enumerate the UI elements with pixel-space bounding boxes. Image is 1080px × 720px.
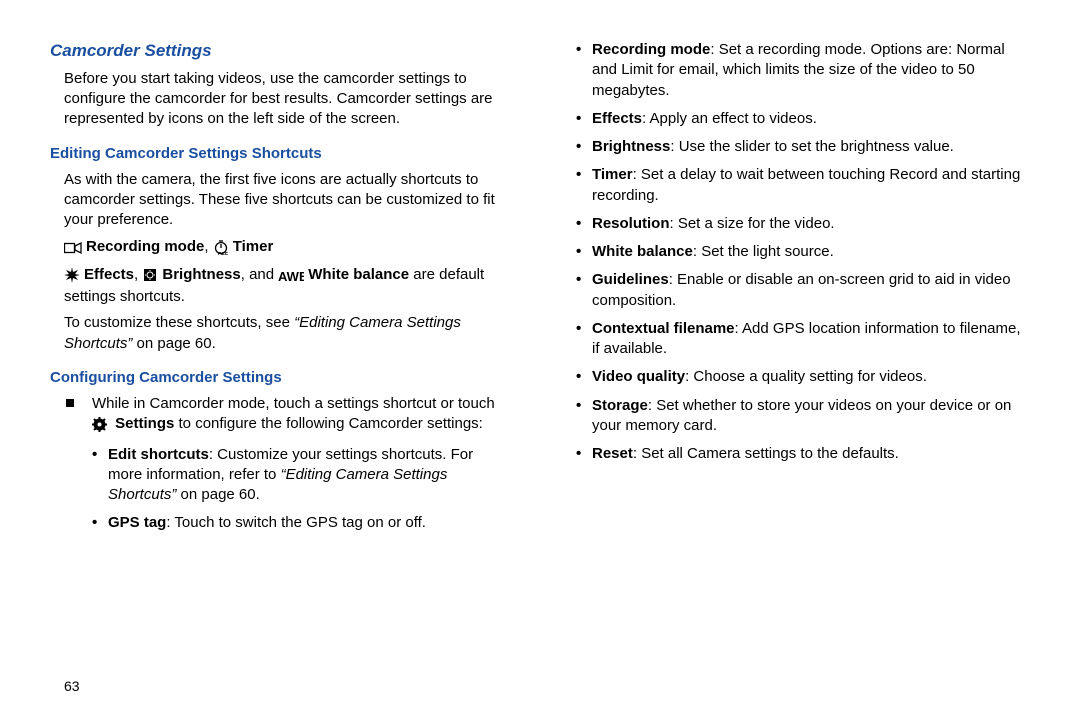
bullet-resolution: Resolution: Set a size for the video. xyxy=(576,214,1030,234)
right-bullet-list: Recording mode: Set a recording mode. Op… xyxy=(576,40,1030,464)
section-heading-camcorder-settings: Camcorder Settings xyxy=(50,40,510,63)
intro-paragraph: Before you start taking videos, use the … xyxy=(64,69,510,130)
bullet-timer: Timer: Set a delay to wait between touch… xyxy=(576,165,1030,206)
square-bullet-list: While in Camcorder mode, touch a setting… xyxy=(50,394,510,534)
nested-bullet-list: Edit shortcuts: Customize your settings … xyxy=(92,445,510,534)
bullet-brightness: Brightness: Use the slider to set the br… xyxy=(576,137,1030,157)
timer-label: Timer xyxy=(233,238,274,255)
bullet-guidelines: Guidelines: Enable or disable an on-scre… xyxy=(576,270,1030,311)
right-column: Recording mode: Set a recording mode. Op… xyxy=(570,40,1030,542)
page-number: 63 xyxy=(64,678,80,694)
settings-label: Settings xyxy=(111,415,174,432)
timer-icon: OFF xyxy=(213,239,229,259)
shortcut-line-1: Recording mode, OFF Timer xyxy=(64,237,510,259)
bullet-contextual-filename: Contextual filename: Add GPS location in… xyxy=(576,319,1030,360)
bullet-effects: Effects: Apply an effect to videos. xyxy=(576,109,1030,129)
bullet-gps-tag: GPS tag: Touch to switch the GPS tag on … xyxy=(92,513,510,533)
editing-shortcuts-paragraph: As with the camera, the first five icons… xyxy=(64,170,510,231)
effects-icon xyxy=(64,267,80,287)
bullet-storage: Storage: Set whether to store your video… xyxy=(576,396,1030,437)
left-column: Camcorder Settings Before you start taki… xyxy=(50,40,510,542)
bullet-edit-shortcuts: Edit shortcuts: Customize your settings … xyxy=(92,445,510,506)
svg-text:OFF: OFF xyxy=(218,252,228,255)
bullet-white-balance: White balance: Set the light source. xyxy=(576,242,1030,262)
square-bullet-item: While in Camcorder mode, touch a setting… xyxy=(50,394,510,534)
recording-mode-label: Recording mode xyxy=(86,238,204,255)
subhead-editing-shortcuts: Editing Camcorder Settings Shortcuts xyxy=(50,144,510,164)
brightness-icon xyxy=(142,267,158,287)
effects-label: Effects xyxy=(84,266,134,283)
settings-gear-icon xyxy=(92,416,107,436)
subhead-configuring-camcorder: Configuring Camcorder Settings xyxy=(50,368,510,388)
white-balance-icon: AWB xyxy=(278,267,304,287)
page-spread: Camcorder Settings Before you start taki… xyxy=(0,0,1080,562)
bullet-reset: Reset: Set all Camera settings to the de… xyxy=(576,444,1030,464)
bullet-video-quality: Video quality: Choose a quality setting … xyxy=(576,367,1030,387)
white-balance-label: White balance xyxy=(308,266,409,283)
brightness-label: Brightness xyxy=(162,266,240,283)
bullet-recording-mode: Recording mode: Set a recording mode. Op… xyxy=(576,40,1030,101)
svg-text:AWB: AWB xyxy=(278,269,304,283)
recording-mode-icon xyxy=(64,239,82,259)
customize-paragraph: To customize these shortcuts, see “Editi… xyxy=(64,313,510,354)
shortcut-line-2: Effects, Brightness, and AWB White balan… xyxy=(64,265,510,308)
